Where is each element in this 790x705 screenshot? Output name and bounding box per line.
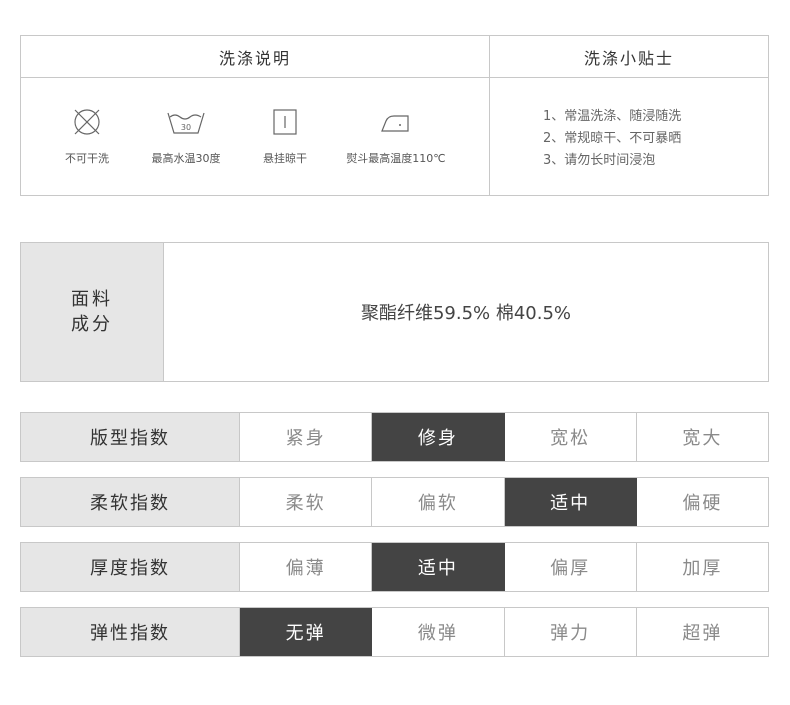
index-option: 弹力 (505, 608, 637, 656)
index-option: 微弹 (372, 608, 505, 656)
index-option: 宽松 (505, 413, 637, 461)
washing-instructions-table: 洗涤说明 洗涤小贴士 不可干洗 30 最高水温30度 悬挂晾干 熨斗最高温度11… (20, 35, 769, 196)
thickness-index-row: 厚度指数 偏薄 适中 偏厚 加厚 (20, 542, 769, 592)
elasticity-index-row: 弹性指数 无弹 微弹 弹力 超弹 (20, 607, 769, 657)
table-divider (489, 78, 490, 195)
care-item-no-dry-clean: 不可干洗 (32, 106, 142, 166)
care-label: 熨斗最高温度110℃ (346, 152, 446, 165)
index-option-selected: 无弹 (240, 608, 373, 656)
washing-instructions-header: 洗涤说明 (21, 36, 490, 78)
tip-item: 2、常规晾干、不可暴晒 (543, 131, 682, 146)
index-option-selected: 修身 (372, 413, 505, 461)
fit-index-row: 版型指数 紧身 修身 宽松 宽大 (20, 412, 769, 462)
index-label: 弹性指数 (21, 608, 240, 656)
fabric-label-line: 成分 (71, 314, 113, 335)
care-label: 最高水温30度 (151, 152, 221, 165)
care-item-wash-30: 30 最高水温30度 (131, 106, 241, 166)
index-option: 柔软 (240, 478, 373, 526)
index-label: 柔软指数 (21, 478, 240, 526)
washing-tips-header: 洗涤小贴士 (490, 36, 768, 78)
index-option: 超弹 (682, 623, 723, 644)
index-option-selected: 适中 (372, 543, 505, 591)
iron-icon (381, 115, 409, 132)
softness-index-row: 柔软指数 柔软 偏软 适中 偏硬 (20, 477, 769, 527)
wash-temp-text: 30 (181, 123, 191, 132)
washing-tips-list: 1、常温洗涤、随浸随洗 2、常规晾干、不可暴晒 3、请勿长时间浸泡 (543, 106, 681, 172)
tip-item: 1、常温洗涤、随浸随洗 (543, 109, 682, 124)
care-label: 不可干洗 (65, 152, 109, 165)
index-option: 偏硬 (682, 493, 723, 514)
fabric-label-line: 面料 (71, 289, 113, 310)
fabric-composition: 面料 成分 聚酯纤维59.5% 棉40.5% (20, 242, 769, 382)
fabric-label: 面料 成分 (21, 243, 164, 381)
index-option-selected: 适中 (504, 478, 637, 526)
index-option: 紧身 (240, 413, 373, 461)
index-option: 偏薄 (240, 543, 373, 591)
index-option: 偏软 (372, 478, 505, 526)
fabric-value: 聚酯纤维59.5% 棉40.5% (360, 303, 572, 324)
tip-item: 3、请勿长时间浸泡 (543, 153, 656, 168)
wash-30-icon: 30 (167, 112, 205, 134)
index-label: 厚度指数 (21, 543, 240, 591)
index-label: 版型指数 (21, 413, 240, 461)
care-label: 悬挂晾干 (263, 152, 307, 165)
index-option: 宽大 (682, 428, 723, 449)
care-item-hang-dry: 悬挂晾干 (230, 106, 340, 166)
no-dry-clean-icon (74, 109, 100, 135)
index-option: 加厚 (682, 558, 723, 579)
index-option: 偏厚 (505, 543, 637, 591)
hang-dry-icon (273, 109, 297, 135)
care-item-iron: 熨斗最高温度110℃ (341, 106, 451, 166)
